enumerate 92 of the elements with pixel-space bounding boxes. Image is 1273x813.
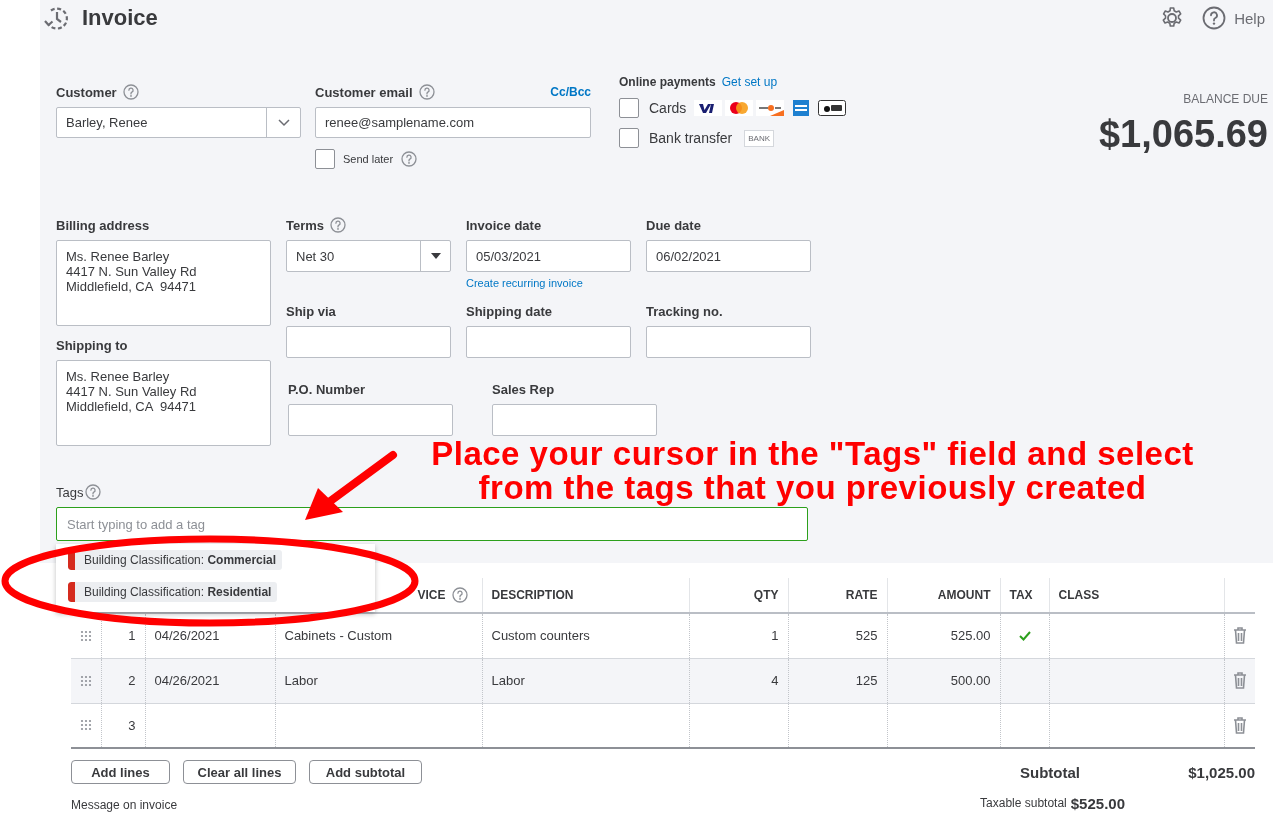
message-label: Message on invoice <box>71 798 178 812</box>
page-title: Invoice <box>82 5 158 31</box>
history-icon <box>44 5 70 31</box>
field-label: Shipping to <box>56 337 128 353</box>
column-header: CLASS <box>1058 588 1100 602</box>
checkbox[interactable] <box>315 149 335 169</box>
taxable-subtotal-label: Taxable subtotal <box>980 796 1067 810</box>
table-cell: 2 <box>128 673 136 688</box>
help-button[interactable]: Help <box>1202 6 1265 30</box>
mastercard-logo-icon <box>725 100 754 116</box>
field-label: Due date <box>646 217 701 233</box>
table-cell: Labor <box>491 673 525 688</box>
address-field[interactable]: Ms. Renee Barley 4417 N. Sun Valley Rd Middlefield, CA 94471 <box>56 360 271 446</box>
table-cell: 525 <box>855 628 878 644</box>
action-button[interactable]: Add lines <box>71 760 170 784</box>
drag-handle-icon[interactable] <box>80 674 92 687</box>
create-recurring-invoice-link[interactable]: Create recurring invoice <box>466 277 583 289</box>
field-label: Sales Rep <box>492 381 555 397</box>
field-label: Shipping date <box>466 303 552 319</box>
date-field[interactable] <box>466 326 631 358</box>
help-icon[interactable] <box>122 84 139 100</box>
trash-icon[interactable] <box>1232 627 1247 645</box>
chevron-down-icon <box>277 118 290 127</box>
field-label: Online payments <box>619 75 716 89</box>
balance-due-amount: $1,065.69 <box>1097 113 1268 156</box>
drag-handle-icon[interactable] <box>80 719 92 732</box>
table-cell: 1 <box>128 628 136 644</box>
trash-icon[interactable] <box>1232 716 1247 734</box>
checkbox-label: Cards <box>649 100 687 116</box>
field-label: Billing address <box>56 217 150 233</box>
help-icon[interactable] <box>401 151 418 167</box>
column-header: DESCRIPTION <box>491 588 574 602</box>
field-label: Terms <box>286 217 325 233</box>
table-cell: 04/26/2021 <box>154 628 220 644</box>
table-cell: 04/26/2021 <box>154 673 220 688</box>
subtotal-amount: $1,025.00 <box>1187 763 1255 781</box>
checkbox-label: Send later <box>343 153 394 165</box>
help-icon[interactable] <box>451 587 468 603</box>
customer-select[interactable]: Barley, Renee <box>56 107 301 138</box>
table-cell: 1 <box>771 628 779 644</box>
date-field[interactable]: 05/03/2021 <box>466 240 631 272</box>
ship-via-field[interactable] <box>286 326 451 358</box>
column-header: RATE <box>845 588 878 602</box>
checkbox-label: Bank transfer <box>649 130 733 146</box>
email-field[interactable]: renee@samplename.com <box>315 107 591 138</box>
field-label: Customer <box>56 84 117 100</box>
table-cell: 125 <box>855 673 878 688</box>
help-icon[interactable] <box>330 217 347 233</box>
subtotal-label: Subtotal <box>1020 763 1080 781</box>
field-label: Tags <box>56 484 84 500</box>
field-label: Tracking no. <box>646 303 723 319</box>
help-icon[interactable] <box>418 84 435 100</box>
action-button[interactable]: Clear all lines <box>183 760 296 784</box>
table-cell: 500.00 <box>950 673 991 688</box>
visa-logo-icon <box>694 100 723 116</box>
date-field[interactable]: 06/02/2021 <box>646 240 811 272</box>
po-number-field[interactable] <box>288 404 453 436</box>
tracking-number-field[interactable] <box>646 326 811 358</box>
cc-bcc-link[interactable]: Cc/Bcc <box>550 85 591 99</box>
field-label: Invoice date <box>466 217 542 233</box>
column-header: TAX <box>1009 588 1033 602</box>
terms-select[interactable]: Net 30 <box>286 240 451 272</box>
checkbox[interactable] <box>619 98 639 118</box>
table-cell: Cabinets - Custom <box>284 628 393 644</box>
annotation-text: Place your cursor in the "Tags" field and select <box>431 437 1194 471</box>
tag-option[interactable]: Building Classification: Residential <box>68 582 278 602</box>
help-icon[interactable] <box>85 484 102 500</box>
field-label: Customer email <box>315 84 413 100</box>
table-cell: Custom counters <box>491 628 590 644</box>
address-field[interactable]: Ms. Renee Barley 4417 N. Sun Valley Rd Middlefield, CA 94471 <box>56 240 271 326</box>
table-cell: 3 <box>128 717 136 733</box>
table-cell: 4 <box>771 673 779 688</box>
taxable-subtotal-amount: $525.00 <box>1070 794 1125 812</box>
tag-option[interactable]: Building Classification: Commercial <box>68 550 283 570</box>
field-label: Ship via <box>286 303 336 319</box>
column-header: AMOUNT <box>937 588 991 602</box>
column-header: QTY <box>753 588 779 602</box>
annotation-text: from the tags that you previously created <box>478 471 1147 505</box>
action-button[interactable]: Add subtotal <box>309 760 422 784</box>
sales-rep-field[interactable] <box>492 404 657 436</box>
help-icon <box>1202 6 1227 30</box>
drag-handle-icon[interactable] <box>80 629 92 642</box>
bank-badge: BANK <box>744 129 775 147</box>
table-cell: 525.00 <box>950 628 991 644</box>
caret-down-icon <box>430 253 441 259</box>
trash-icon[interactable] <box>1232 672 1247 689</box>
field-label: P.O. Number <box>288 381 366 397</box>
checkbox[interactable] <box>619 128 639 148</box>
balance-due-label: BALANCE DUE <box>1182 92 1268 106</box>
get-set-up-link[interactable]: Get set up <box>721 75 778 89</box>
column-header: VICE <box>417 588 446 602</box>
table-cell: Labor <box>284 673 318 688</box>
